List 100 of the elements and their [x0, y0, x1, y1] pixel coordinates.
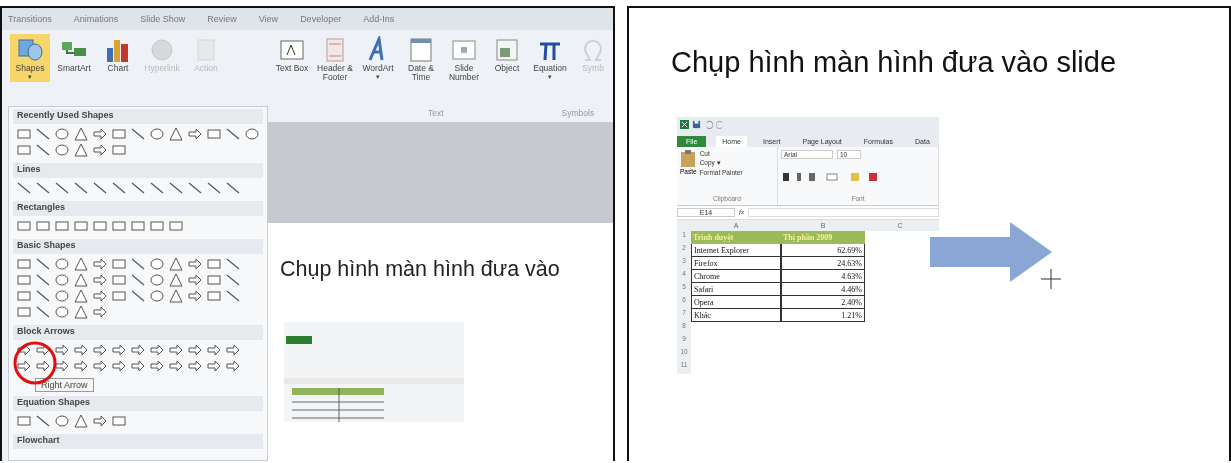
arrow-shape-icon[interactable]: [93, 257, 107, 271]
arrow-shape-icon[interactable]: [188, 127, 202, 141]
triangle-shape-icon[interactable]: [169, 289, 183, 303]
triangle-shape-icon[interactable]: [74, 273, 88, 287]
arrow-shape-icon[interactable]: [93, 289, 107, 303]
arrow-shape-icon[interactable]: [112, 359, 126, 373]
line-shape-icon[interactable]: [131, 289, 145, 303]
arrow-shape-icon[interactable]: [226, 359, 240, 373]
ribbon-tab[interactable]: Slide Show: [140, 14, 186, 24]
triangle-shape-icon[interactable]: [169, 257, 183, 271]
oval-shape-icon[interactable]: [55, 143, 69, 157]
ribbon-tab[interactable]: Animations: [73, 14, 119, 24]
line-shape-icon[interactable]: [36, 414, 50, 428]
arrow-shape-icon[interactable]: [150, 359, 164, 373]
arrow-shape-icon[interactable]: [188, 359, 202, 373]
arrow-shape-icon[interactable]: [36, 359, 50, 373]
arrow-shape-icon[interactable]: [74, 343, 88, 357]
arrow-shape-icon[interactable]: [188, 289, 202, 303]
triangle-shape-icon[interactable]: [74, 289, 88, 303]
ribbon-button[interactable]: SmartArt: [54, 34, 94, 76]
arrow-shape-icon[interactable]: [169, 343, 183, 357]
line-shape-icon[interactable]: [74, 181, 88, 195]
oval-shape-icon[interactable]: [55, 305, 69, 319]
arrow-shape-icon[interactable]: [112, 343, 126, 357]
line-shape-icon[interactable]: [112, 181, 126, 195]
line-shape-icon[interactable]: [55, 181, 69, 195]
ribbon-tab[interactable]: Review: [207, 14, 237, 24]
line-shape-icon[interactable]: [131, 273, 145, 287]
ribbon-button[interactable]: Object: [487, 34, 527, 108]
oval-shape-icon[interactable]: [245, 127, 259, 141]
arrow-shape-icon[interactable]: [55, 343, 69, 357]
line-shape-icon[interactable]: [226, 273, 240, 287]
oval-shape-icon[interactable]: [55, 127, 69, 141]
triangle-shape-icon[interactable]: [74, 127, 88, 141]
arrow-shape-icon[interactable]: [93, 143, 107, 157]
line-shape-icon[interactable]: [226, 127, 240, 141]
oval-shape-icon[interactable]: [55, 257, 69, 271]
arrow-shape-icon[interactable]: [188, 273, 202, 287]
arrow-shape-icon[interactable]: [169, 359, 183, 373]
arrow-shape-icon[interactable]: [188, 343, 202, 357]
line-shape-icon[interactable]: [36, 127, 50, 141]
line-shape-icon[interactable]: [226, 289, 240, 303]
line-shape-icon[interactable]: [36, 273, 50, 287]
arrow-shape-icon[interactable]: [188, 257, 202, 271]
ribbon-button[interactable]: Header & Footer: [315, 34, 355, 108]
line-shape-icon[interactable]: [207, 181, 221, 195]
arrow-shape-icon[interactable]: [93, 359, 107, 373]
oval-shape-icon[interactable]: [150, 257, 164, 271]
undo-icon[interactable]: [704, 120, 713, 129]
arrow-shape-icon[interactable]: [150, 343, 164, 357]
line-shape-icon[interactable]: [131, 127, 145, 141]
oval-shape-icon[interactable]: [150, 127, 164, 141]
formula-field[interactable]: [748, 208, 939, 217]
line-shape-icon[interactable]: [36, 305, 50, 319]
arrow-shape-icon[interactable]: [93, 305, 107, 319]
line-shape-icon[interactable]: [36, 143, 50, 157]
triangle-shape-icon[interactable]: [74, 305, 88, 319]
ribbon-tab[interactable]: View: [258, 14, 279, 24]
line-shape-icon[interactable]: [169, 181, 183, 195]
line-shape-icon[interactable]: [36, 289, 50, 303]
ribbon-button[interactable]: Slide Number: [444, 34, 484, 108]
triangle-shape-icon[interactable]: [74, 143, 88, 157]
arrow-shape-icon[interactable]: [55, 359, 69, 373]
line-shape-icon[interactable]: [150, 181, 164, 195]
oval-shape-icon[interactable]: [150, 273, 164, 287]
oval-shape-icon[interactable]: [55, 273, 69, 287]
arrow-shape-icon[interactable]: [131, 343, 145, 357]
arrow-shape-icon[interactable]: [74, 359, 88, 373]
triangle-shape-icon[interactable]: [169, 127, 183, 141]
ribbon-button[interactable]: Text Box: [272, 34, 312, 108]
arrow-shape-icon[interactable]: [93, 414, 107, 428]
line-shape-icon[interactable]: [93, 181, 107, 195]
arrow-shape-icon[interactable]: [207, 343, 221, 357]
line-shape-icon[interactable]: [17, 181, 31, 195]
triangle-shape-icon[interactable]: [169, 273, 183, 287]
arrow-shape-icon[interactable]: [226, 343, 240, 357]
arrow-shape-icon[interactable]: [93, 273, 107, 287]
line-shape-icon[interactable]: [226, 257, 240, 271]
ribbon-tab[interactable]: Developer: [300, 14, 342, 24]
arrow-shape-icon[interactable]: [17, 359, 31, 373]
line-shape-icon[interactable]: [36, 181, 50, 195]
arrow-shape-icon[interactable]: [93, 127, 107, 141]
arrow-shape-icon[interactable]: [93, 343, 107, 357]
save-icon[interactable]: [692, 120, 701, 129]
oval-shape-icon[interactable]: [55, 289, 69, 303]
oval-shape-icon[interactable]: [150, 289, 164, 303]
ribbon-tab[interactable]: Add-Ins: [363, 14, 395, 24]
line-shape-icon[interactable]: [131, 181, 145, 195]
line-shape-icon[interactable]: [36, 257, 50, 271]
line-shape-icon[interactable]: [188, 181, 202, 195]
ribbon-tab[interactable]: Transitions: [8, 14, 52, 24]
triangle-shape-icon[interactable]: [74, 414, 88, 428]
line-shape-icon[interactable]: [226, 181, 240, 195]
oval-shape-icon[interactable]: [55, 414, 69, 428]
ribbon-button[interactable]: Date & Time: [401, 34, 441, 108]
ribbon-button[interactable]: Chart: [98, 34, 138, 76]
line-shape-icon[interactable]: [131, 257, 145, 271]
excel-logo-icon[interactable]: [680, 120, 689, 129]
arrow-shape-icon[interactable]: [207, 359, 221, 373]
triangle-shape-icon[interactable]: [74, 257, 88, 271]
